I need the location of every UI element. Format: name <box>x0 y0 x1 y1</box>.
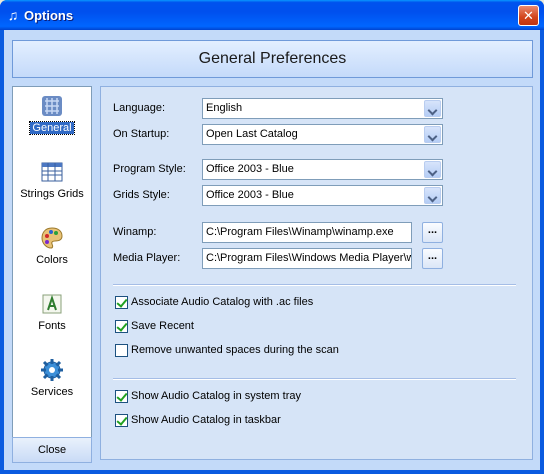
grids-style-value: Office 2003 - Blue <box>206 189 294 201</box>
language-select[interactable]: English <box>202 98 443 119</box>
sidebar-item-label: Fonts <box>38 320 66 332</box>
sidebar-item-colors[interactable]: Colors <box>13 225 91 285</box>
section-header: General Preferences <box>12 40 533 78</box>
on-startup-value: Open Last Catalog <box>206 128 298 140</box>
on-startup-select[interactable]: Open Last Catalog <box>202 124 443 145</box>
media-player-path-input[interactable]: C:\Program Files\Windows Media Player\wm… <box>202 248 412 269</box>
checkbox-checked[interactable] <box>115 296 128 309</box>
sidebar: General Strings Grids Colors Fonts Servi… <box>12 86 92 460</box>
general-settings-icon <box>42 96 62 116</box>
checkbox-label: Remove unwanted spaces during the scan <box>131 344 339 356</box>
grid-icon <box>41 162 63 182</box>
sidebar-item-label: General <box>29 121 75 135</box>
window-title: Options <box>24 8 74 23</box>
program-style-select[interactable]: Office 2003 - Blue <box>202 159 443 180</box>
media-player-label: Media Player: <box>113 252 181 264</box>
winamp-path-input[interactable]: C:\Program Files\Winamp\winamp.exe <box>202 222 412 243</box>
checkbox-label: Show Audio Catalog in taskbar <box>131 414 281 426</box>
media-player-browse-button[interactable]: ... <box>422 248 443 269</box>
on-startup-label: On Startup: <box>113 128 170 140</box>
checkbox-unchecked[interactable] <box>115 344 128 357</box>
checkbox-label: Associate Audio Catalog with .ac files <box>131 296 314 308</box>
chevron-down-icon[interactable] <box>424 187 441 204</box>
separator <box>113 284 516 286</box>
winamp-label: Winamp: <box>113 226 157 238</box>
grids-style-select[interactable]: Office 2003 - Blue <box>202 185 443 206</box>
checkbox-checked[interactable] <box>115 414 128 427</box>
chevron-down-icon[interactable] <box>424 161 441 178</box>
chevron-down-icon[interactable] <box>424 126 441 143</box>
window-close-button[interactable]: ✕ <box>518 5 539 26</box>
chevron-down-icon[interactable] <box>424 100 441 117</box>
checkbox-checked[interactable] <box>115 320 128 333</box>
checkbox-label: Save Recent <box>131 320 194 332</box>
palette-icon <box>41 227 63 249</box>
section-title: General Preferences <box>198 50 347 67</box>
separator <box>113 378 516 380</box>
program-style-value: Office 2003 - Blue <box>206 163 294 175</box>
sidebar-item-label: Strings Grids <box>20 188 84 200</box>
close-button[interactable]: Close <box>12 437 92 463</box>
music-note-icon: ♫ <box>7 7 19 23</box>
program-style-label: Program Style: <box>113 163 186 175</box>
media-player-path-value: C:\Program Files\Windows Media Player\wm… <box>206 252 411 264</box>
sidebar-item-services[interactable]: Services <box>13 357 91 417</box>
language-value: English <box>206 102 243 114</box>
sidebar-item-label: Services <box>30 386 74 398</box>
checkbox-checked[interactable] <box>115 390 128 403</box>
sidebar-item-label: Colors <box>36 254 68 266</box>
sidebar-item-fonts[interactable]: Fonts <box>13 291 91 351</box>
checkbox-label: Show Audio Catalog in system tray <box>131 390 301 402</box>
title-bar[interactable]: ♫ Options ✕ <box>0 0 544 30</box>
sidebar-item-general[interactable]: General <box>13 93 91 153</box>
gear-icon <box>41 359 63 381</box>
sidebar-item-strings-grids[interactable]: Strings Grids <box>13 159 91 219</box>
language-label: Language: <box>113 102 165 114</box>
winamp-browse-button[interactable]: ... <box>422 222 443 243</box>
grids-style-label: Grids Style: <box>113 189 170 201</box>
winamp-path-value: C:\Program Files\Winamp\winamp.exe <box>206 226 394 238</box>
font-icon <box>42 294 62 314</box>
